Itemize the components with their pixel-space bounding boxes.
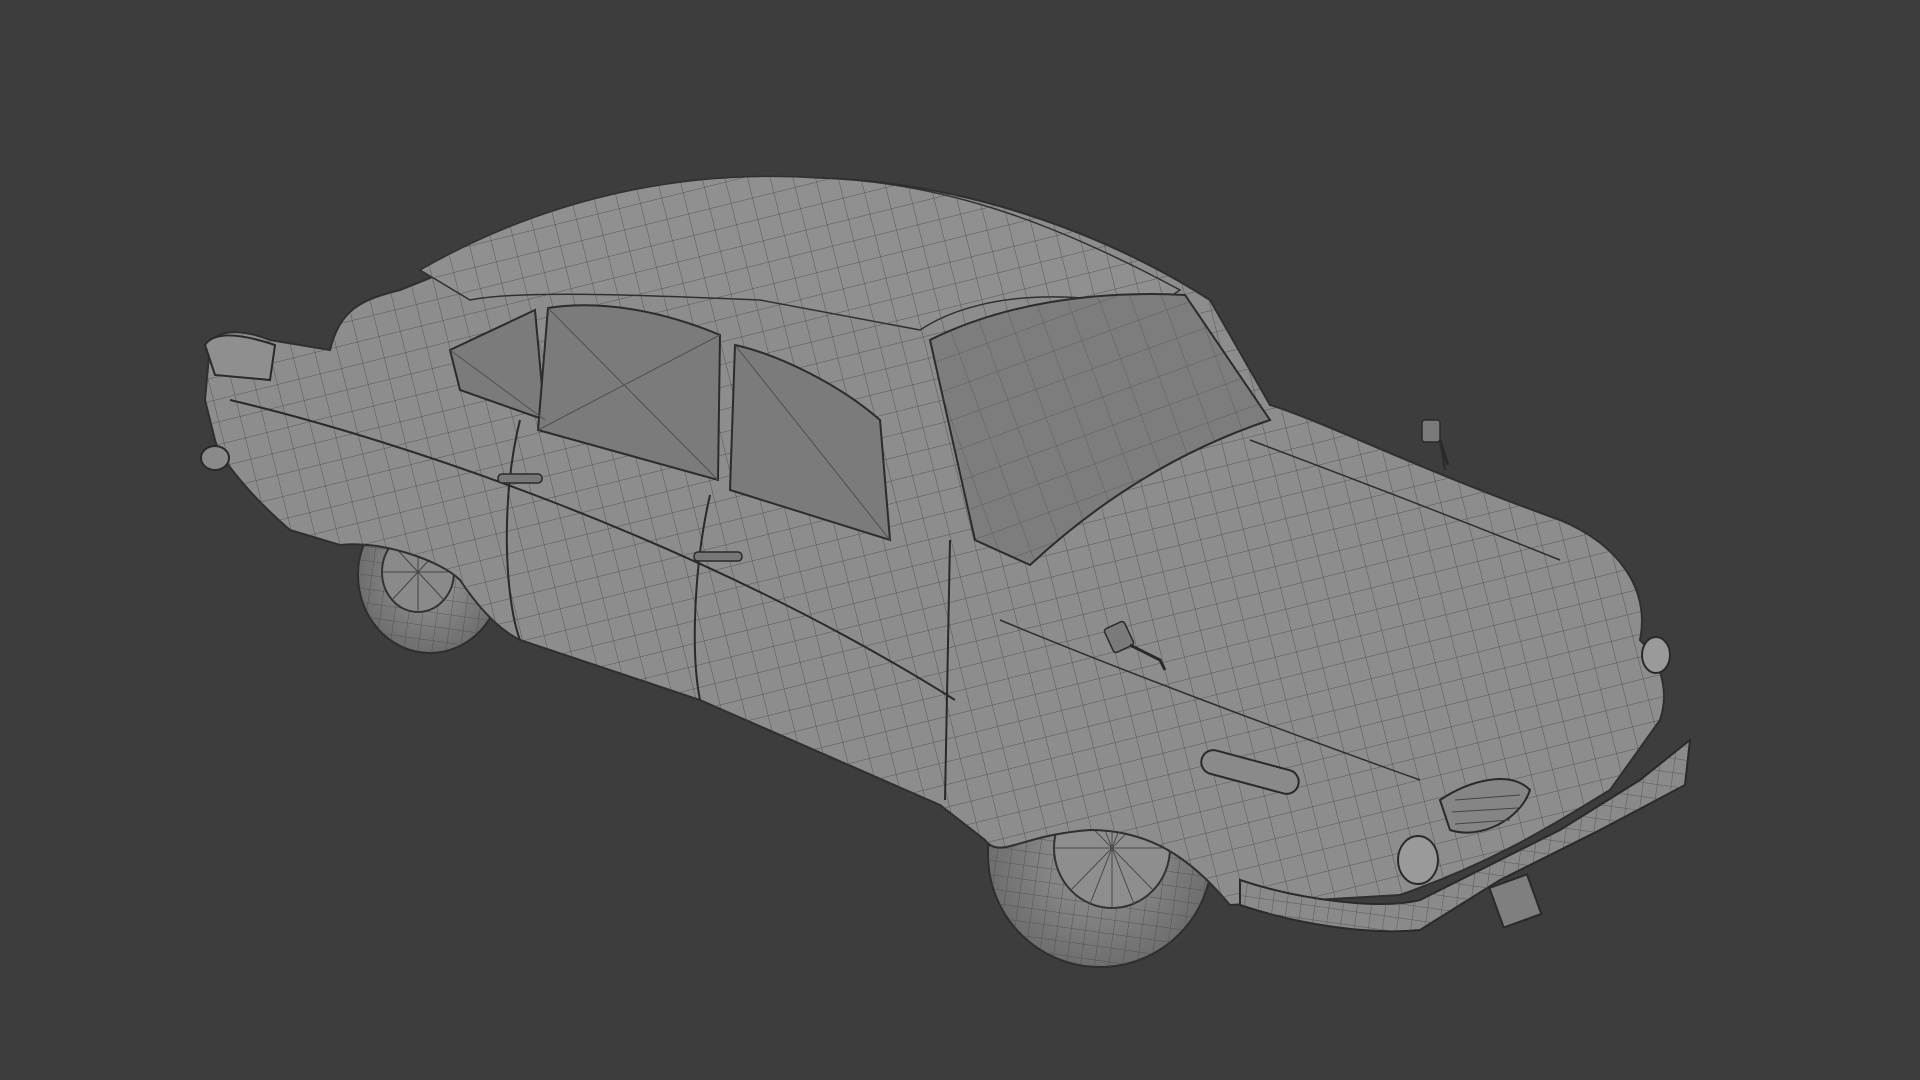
3d-viewport[interactable] (0, 0, 1920, 1080)
car-wireframe-model[interactable] (0, 0, 1920, 1080)
